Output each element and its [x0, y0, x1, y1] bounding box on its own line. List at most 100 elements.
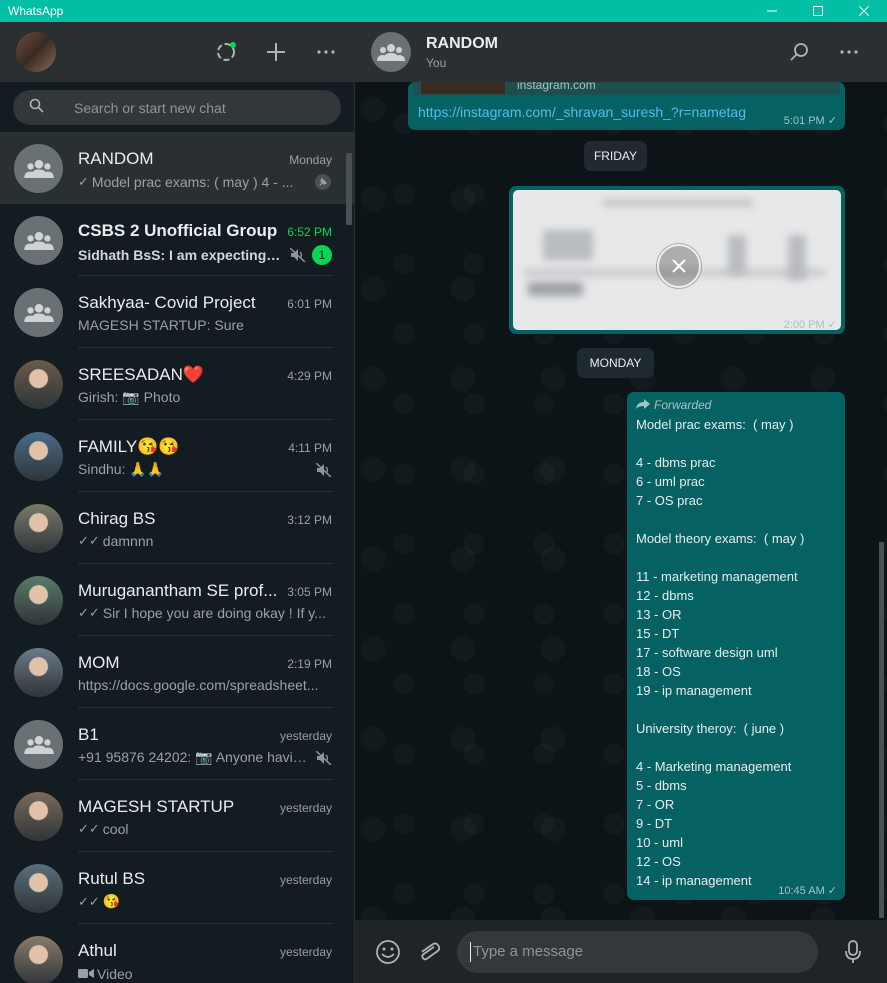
chat-item[interactable]: Rutul BS yesterday ✓✓ 😘 — [0, 852, 354, 924]
avatar[interactable] — [14, 791, 63, 841]
chat-last-message: Sidhath BsS: I am expecting ev... — [78, 247, 284, 263]
search-icon — [29, 98, 44, 118]
sidebar: RANDOM Monday ✓Model prac exams: ( may ) 4… — [0, 22, 355, 983]
message-line — [636, 434, 836, 453]
search-messages-icon[interactable] — [787, 40, 811, 64]
message-link[interactable]: https://instagram.com/_shravan_suresh_?r… — [418, 104, 746, 120]
chat-time: 4:29 PM — [287, 369, 332, 383]
chat-item-body: Sakhyaa- Covid Project 6:01 PM MAGESH STAR… — [78, 276, 332, 348]
avatar[interactable] — [14, 359, 63, 409]
avatar[interactable] — [14, 647, 63, 697]
link-preview-domain: instagram.com — [517, 82, 596, 92]
chat-item[interactable]: MAGESH STARTUP yesterday ✓✓ cool — [0, 780, 354, 852]
chat-item[interactable]: B1 yesterday +91 95876 24202: 📷 Anyone hav… — [0, 708, 354, 780]
message-input[interactable] — [473, 943, 793, 960]
chat-time: yesterday — [279, 729, 332, 743]
chat-item-preview: +91 95876 24202: 📷 Anyone havin... — [78, 749, 332, 766]
message-line: 18 - OS — [636, 664, 681, 679]
group-icon[interactable] — [14, 215, 63, 265]
maximize-icon[interactable] — [795, 0, 841, 22]
chat-item[interactable]: Chirag BS 3:12 PM ✓✓ damnnn — [0, 492, 354, 564]
link-preview[interactable]: instagram.com — [413, 82, 840, 95]
chat-time: 6:52 PM — [287, 225, 332, 239]
message-line: Model prac exams: ( may ) — [636, 417, 794, 432]
status-icon[interactable] — [214, 40, 238, 64]
search-input[interactable] — [74, 99, 314, 116]
chat-item-body: MOM 2:19 PM https://docs.google.com/spread… — [78, 636, 332, 708]
link-preview-image — [421, 82, 505, 94]
image-message[interactable]: 2:00 PM ✓ — [509, 186, 845, 334]
chat-name: Muruganantham SE prof... — [78, 581, 278, 600]
avatar[interactable] — [14, 935, 63, 983]
microphone-icon[interactable] — [840, 939, 866, 965]
pin-icon — [314, 173, 332, 191]
chat-item[interactable]: Athul yesterday Video — [0, 924, 354, 983]
chat-item[interactable]: CSBS 2 Unofficial Group 6:52 PM Sidhath Bs… — [0, 204, 354, 276]
profile-avatar[interactable] — [16, 32, 56, 72]
search-bar — [0, 82, 354, 132]
download-cancel-icon[interactable] — [656, 243, 702, 289]
avatar[interactable] — [14, 503, 63, 553]
double-check-icon: ✓✓ — [78, 821, 100, 836]
conversation-scrollbar[interactable] — [879, 542, 884, 918]
message-line: 13 - OR — [636, 607, 682, 622]
group-icon[interactable] — [14, 287, 63, 337]
conversation-title: RANDOM — [426, 34, 498, 52]
chat-item-header: Muruganantham SE prof... 3:05 PM — [78, 581, 332, 601]
message-line: 15 - DT — [636, 626, 680, 641]
chat-last-message: damnnn — [102, 533, 154, 549]
chat-last-message: MAGESH STARTUP: Sure — [78, 317, 244, 333]
chat-item[interactable]: MOM 2:19 PM https://docs.google.com/spread… — [0, 636, 354, 708]
message-line: 19 - ip management — [636, 683, 752, 698]
chat-last-message: +91 95876 24202: 📷 Anyone havin... — [78, 749, 310, 765]
blurred-image[interactable] — [513, 190, 841, 330]
avatar[interactable] — [14, 431, 63, 481]
window-title-bar: WhatsApp — [0, 0, 887, 22]
chat-item-preview: ✓ Model prac exams: ( may ) 4 - ... — [78, 173, 332, 191]
new-chat-icon[interactable] — [264, 40, 288, 64]
minimize-icon[interactable] — [749, 0, 795, 22]
chat-item-preview: ✓✓ cool — [78, 821, 332, 837]
chat-name: SREESADAN❤️ — [78, 365, 205, 384]
group-icon[interactable] — [371, 32, 411, 72]
message-input-box[interactable] — [457, 930, 818, 973]
window-title: WhatsApp — [8, 4, 64, 18]
chat-name: FAMILY😘😘 — [78, 437, 180, 456]
check-icon: ✓ — [78, 174, 89, 189]
chat-name: Chirag BS — [78, 509, 156, 528]
menu-icon[interactable] — [314, 40, 338, 64]
chat-item[interactable]: FAMILY😘😘 4:11 PM Sindhu: 🙏🙏 — [0, 420, 354, 492]
avatar[interactable] — [14, 575, 63, 625]
chat-item[interactable]: SREESADAN❤️ 4:29 PM Girish: 📷 Photo — [0, 348, 354, 420]
chat-item-body: Muruganantham SE prof... 3:05 PM ✓✓ Sir I h… — [78, 564, 332, 636]
emoji-icon[interactable] — [375, 939, 401, 965]
avatar[interactable] — [14, 863, 63, 913]
chat-time: Monday — [289, 153, 332, 167]
attach-icon[interactable] — [416, 939, 442, 965]
chat-item-preview: ✓✓ damnnn — [78, 533, 332, 549]
chat-item-header: Rutul BS yesterday — [78, 869, 332, 889]
group-icon[interactable] — [14, 143, 63, 193]
chat-list-scrollbar[interactable] — [346, 153, 352, 225]
chat-item-body: CSBS 2 Unofficial Group 6:52 PM Sidhath Bs… — [78, 204, 332, 276]
chat-item-header: MAGESH STARTUP yesterday — [78, 797, 332, 817]
conversation-subtitle: You — [426, 55, 447, 70]
link-message[interactable]: instagram.com https://instagram.com/_shr… — [408, 82, 845, 130]
conversation-menu-icon[interactable] — [837, 40, 861, 64]
group-icon[interactable] — [14, 719, 63, 769]
forward-arrow-icon — [636, 398, 650, 412]
chat-item-header: MOM 2:19 PM — [78, 653, 332, 673]
chat-item[interactable]: RANDOM Monday ✓ Model prac exams: ( may ) 4… — [0, 132, 354, 204]
chat-item[interactable]: Muruganantham SE prof... 3:05 PM ✓✓ Sir I h… — [0, 564, 354, 636]
chat-item-header: CSBS 2 Unofficial Group 6:52 PM — [78, 221, 332, 241]
conversation-info[interactable]: RANDOM You — [426, 35, 787, 70]
message-line — [636, 700, 836, 719]
forwarded-text-message[interactable]: Forwarded Model prac exams: ( may ) 4 - d… — [627, 392, 845, 900]
chat-item[interactable]: Sakhyaa- Covid Project 6:01 PM MAGESH STAR… — [0, 276, 354, 348]
message-composer — [355, 920, 887, 983]
search-box[interactable] — [13, 90, 341, 125]
message-line: 6 - uml prac — [636, 474, 705, 489]
close-icon[interactable] — [841, 0, 887, 22]
video-icon — [78, 965, 97, 983]
date-chip: MONDAY — [577, 348, 654, 378]
